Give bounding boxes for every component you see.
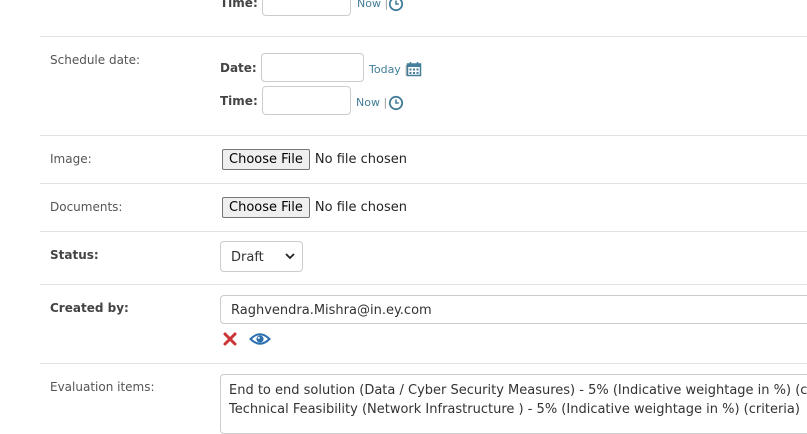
- image-choose-file-button[interactable]: Choose File: [222, 149, 310, 170]
- divider: [40, 135, 807, 136]
- schedule-time-input[interactable]: [262, 86, 351, 115]
- evaluation-option[interactable]: End to end solution (Data / Cyber Securi…: [229, 381, 807, 400]
- status-select[interactable]: Draft: [220, 241, 303, 272]
- created-by-label: Created by:: [50, 301, 129, 315]
- date-label: Date:: [220, 61, 257, 75]
- calendar-icon[interactable]: [406, 61, 422, 77]
- created-by-value: Raghvendra.Mishra@in.ey.com: [231, 303, 432, 318]
- status-label: Status:: [50, 248, 99, 262]
- evaluation-option[interactable]: Technical Feasibility (Network Infrastru…: [229, 400, 807, 419]
- schedule-date-input[interactable]: [261, 53, 364, 82]
- chevron-down-icon: [285, 253, 295, 260]
- created-by-field[interactable]: Raghvendra.Mishra@in.ey.com: [220, 295, 807, 324]
- publish-time-input[interactable]: [262, 0, 351, 16]
- publish-time-label: Time:: [220, 0, 258, 10]
- divider: [40, 36, 807, 37]
- documents-choose-file-button[interactable]: Choose File: [222, 197, 310, 218]
- date-shortcuts: Today |: [369, 63, 408, 76]
- schedule-date-label: Schedule date:: [50, 53, 141, 67]
- evaluation-items-select[interactable]: End to end solution (Data / Cyber Securi…: [220, 374, 807, 434]
- now-link[interactable]: Now: [356, 96, 380, 109]
- evaluation-items-label: Evaluation items:: [50, 380, 155, 394]
- publish-now-link[interactable]: Now: [357, 0, 381, 10]
- image-label: Image:: [50, 152, 92, 166]
- divider: [40, 363, 807, 364]
- divider: [40, 183, 807, 184]
- image-file-status: No file chosen: [314, 152, 407, 167]
- documents-file-input: Choose File No file chosen: [222, 197, 407, 219]
- publish-time-shortcuts: Now |: [357, 0, 388, 10]
- delete-icon[interactable]: [222, 331, 238, 347]
- view-eye-icon[interactable]: [249, 331, 271, 347]
- clock-icon[interactable]: [388, 95, 404, 111]
- time-shortcuts: Now |: [356, 96, 387, 109]
- documents-file-status: No file chosen: [314, 200, 407, 215]
- today-link[interactable]: Today: [369, 63, 401, 76]
- divider: [40, 284, 807, 285]
- time-separator: |: [383, 96, 388, 109]
- status-selected-value: Draft: [231, 250, 264, 265]
- documents-label: Documents:: [50, 200, 123, 214]
- clock-icon[interactable]: [388, 0, 404, 12]
- image-file-input: Choose File No file chosen: [222, 149, 407, 171]
- time-label: Time:: [220, 94, 258, 108]
- divider: [40, 231, 807, 232]
